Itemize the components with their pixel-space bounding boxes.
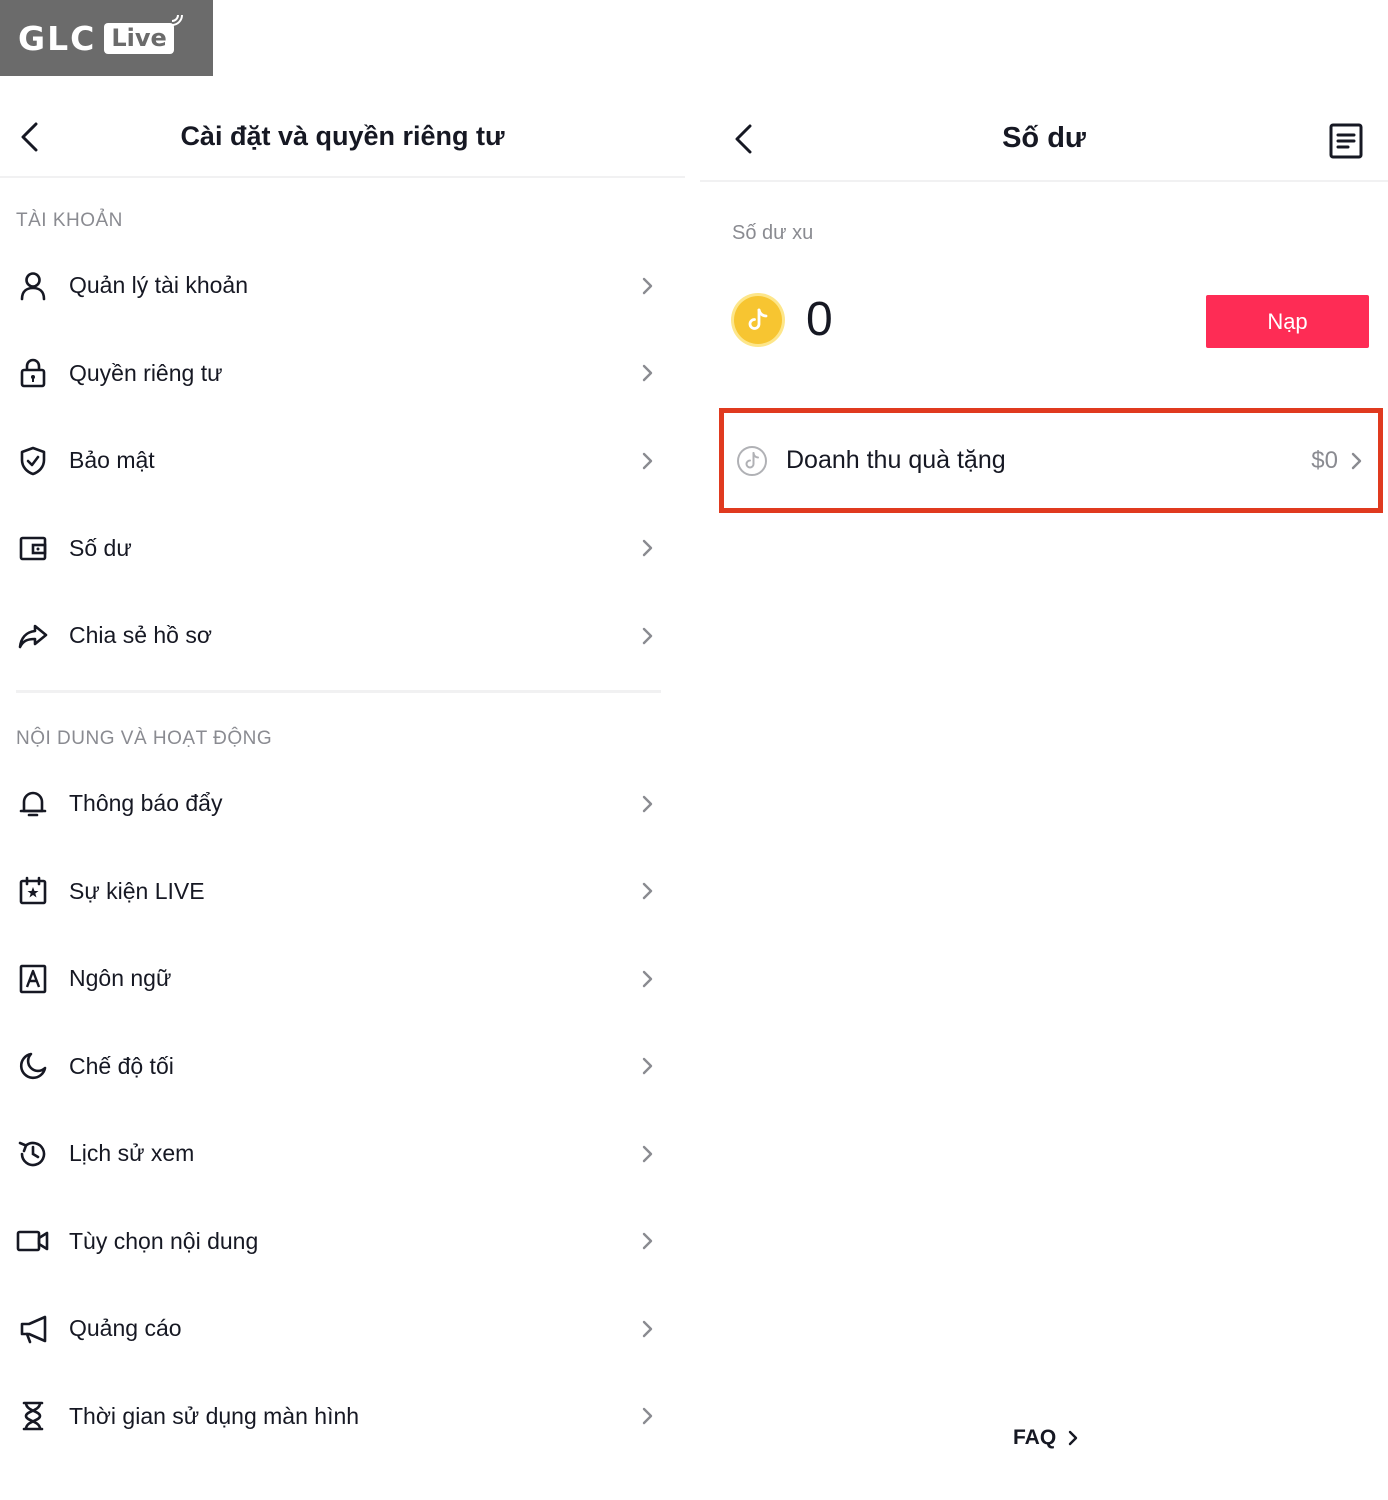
bell-icon: [16, 787, 50, 821]
settings-header: Cài đặt và quyền riêng tư: [0, 96, 685, 178]
menu-item-content-preferences[interactable]: Tùy chọn nội dung: [0, 1198, 685, 1286]
coin-balance-label: Số dư xu: [732, 222, 814, 244]
gift-revenue-row[interactable]: Doanh thu quà tặng $0: [719, 408, 1383, 513]
coin-balance-value: 0: [806, 293, 833, 346]
menu-item-ads[interactable]: Quảng cáo: [0, 1285, 685, 1373]
chevron-right-icon: [642, 627, 653, 644]
section-divider: [16, 690, 661, 693]
back-icon[interactable]: [730, 122, 760, 156]
menu-item-label: Sự kiện LIVE: [69, 877, 205, 904]
signal-icon: [171, 14, 183, 26]
chevron-right-icon: [642, 1233, 653, 1250]
history-icon: [16, 1137, 50, 1171]
language-icon: [16, 962, 50, 996]
coin-icon: [734, 296, 782, 344]
menu-item-label: Bảo mật: [69, 447, 155, 474]
menu-item-label: Tùy chọn nội dung: [69, 1227, 259, 1254]
section-label-account: TÀI KHOẢN: [16, 210, 123, 231]
menu-item-language[interactable]: Ngôn ngữ: [0, 935, 685, 1023]
recharge-button[interactable]: Nạp: [1206, 295, 1369, 348]
chevron-right-icon: [642, 1058, 653, 1075]
menu-item-label: Lịch sử xem: [69, 1140, 195, 1167]
menu-item-security[interactable]: Bảo mật: [0, 417, 685, 505]
faq-link[interactable]: FAQ: [1013, 1426, 1080, 1450]
shield-icon: [16, 444, 50, 478]
menu-item-label: Thời gian sử dụng màn hình: [69, 1402, 360, 1429]
menu-item-label: Thông báo đẩy: [69, 790, 223, 817]
faq-label: FAQ: [1013, 1426, 1057, 1449]
gift-revenue-label: Doanh thu quà tặng: [786, 446, 1006, 474]
balance-header: Số dư: [700, 96, 1388, 182]
chevron-right-icon: [642, 1145, 653, 1162]
menu-item-label: Quyền riêng tư: [69, 359, 223, 386]
menu-item-dark-mode[interactable]: Chế độ tối: [0, 1023, 685, 1111]
chevron-right-icon: [642, 795, 653, 812]
moon-icon: [16, 1049, 50, 1083]
menu-item-live-events[interactable]: Sự kiện LIVE: [0, 848, 685, 936]
chevron-right-icon: [642, 452, 653, 469]
menu-item-label: Chia sẻ hồ sơ: [69, 622, 212, 649]
page-title: Số dư: [1002, 121, 1086, 154]
chevron-right-icon: [642, 540, 653, 557]
hourglass-icon: [16, 1399, 50, 1433]
content-menu: Thông báo đẩy Sự kiện LIVE Ngôn ngữ Chế …: [0, 760, 685, 1460]
user-icon: [16, 269, 50, 303]
menu-item-label: Chế độ tối: [69, 1052, 174, 1079]
settings-panel: Cài đặt và quyền riêng tư TÀI KHOẢN Quản…: [0, 96, 685, 1500]
menu-item-label: Ngôn ngữ: [69, 965, 172, 992]
menu-item-label: Số dư: [69, 534, 132, 561]
menu-item-privacy[interactable]: Quyền riêng tư: [0, 330, 685, 418]
logo-brand: GLC: [18, 18, 97, 58]
gift-revenue-value: $0: [1311, 446, 1338, 474]
chevron-right-icon: [642, 365, 653, 382]
menu-item-screen-time[interactable]: Thời gian sử dụng màn hình: [0, 1373, 685, 1461]
account-menu: Quản lý tài khoản Quyền riêng tư Bảo mật…: [0, 242, 685, 680]
calendar-icon: [16, 874, 50, 908]
lock-icon: [16, 356, 50, 390]
section-label-content: NỘI DUNG VÀ HOẠT ĐỘNG: [16, 728, 273, 749]
transactions-icon[interactable]: [1328, 122, 1364, 160]
video-icon: [16, 1224, 50, 1258]
menu-item-label: Quản lý tài khoản: [69, 272, 249, 299]
tiktok-coin-icon: [737, 445, 767, 476]
chevron-right-icon: [642, 1320, 653, 1337]
share-icon: [16, 619, 50, 653]
back-icon[interactable]: [16, 120, 46, 154]
wallet-icon: [16, 531, 50, 565]
menu-item-manage-account[interactable]: Quản lý tài khoản: [0, 242, 685, 330]
balance-panel: Số dư Số dư xu 0 Nạp Doanh thu quà tặng …: [700, 96, 1388, 1500]
chevron-right-icon: [642, 970, 653, 987]
menu-item-watch-history[interactable]: Lịch sử xem: [0, 1110, 685, 1198]
chevron-right-icon: [1068, 1430, 1078, 1446]
menu-item-label: Quảng cáo: [69, 1315, 182, 1342]
megaphone-icon: [16, 1312, 50, 1346]
menu-item-balance[interactable]: Số dư: [0, 505, 685, 593]
page-title: Cài đặt và quyền riêng tư: [180, 120, 505, 151]
logo-live-badge: Live: [104, 14, 183, 54]
chevron-right-icon: [642, 883, 653, 900]
chevron-right-icon: [642, 277, 653, 294]
chevron-right-icon: [1351, 452, 1362, 469]
chevron-right-icon: [642, 1408, 653, 1425]
menu-item-share-profile[interactable]: Chia sẻ hồ sơ: [0, 592, 685, 680]
menu-item-push-notifications[interactable]: Thông báo đẩy: [0, 760, 685, 848]
glc-live-logo: GLC Live: [0, 0, 213, 76]
